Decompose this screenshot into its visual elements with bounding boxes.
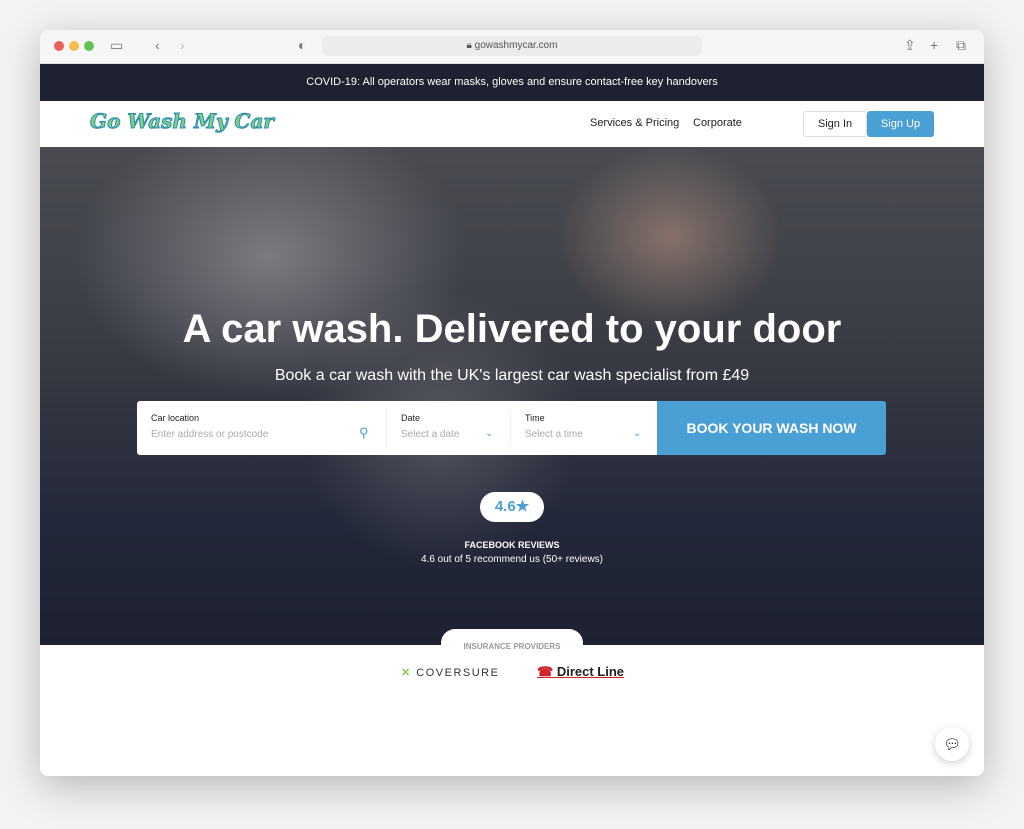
chat-icon: 💬︎ [943, 736, 961, 752]
telephone-icon: ☎ [537, 664, 557, 679]
time-placeholder: Select a time [525, 429, 583, 440]
nav-services-pricing[interactable]: Services & Pricing [590, 117, 679, 129]
location-input[interactable]: Enter address or postcode [151, 429, 268, 440]
book-wash-button[interactable]: BOOK YOUR WASH NOW [657, 401, 886, 455]
address-bar[interactable]: 🔒︎ gowashmycar.com [322, 36, 702, 56]
sidebar-icon[interactable]: ▭ [110, 37, 123, 54]
rating-badge: 4.6★ [480, 492, 544, 522]
close-window-button[interactable] [54, 41, 64, 51]
browser-window: ▭ ‹ › ◐ 🔒︎ gowashmycar.com ⇪ + ⧉ COVID-1… [40, 30, 984, 776]
url-text: gowashmycar.com [474, 40, 558, 51]
logo[interactable]: Go Wash My Car [90, 109, 275, 134]
shield-icon[interactable]: ◐ [298, 37, 306, 53]
site-nav: Go Wash My Car Services & Pricing Corpor… [40, 101, 984, 147]
forward-icon[interactable]: › [180, 37, 185, 53]
insurance-label: INSURANCE PROVIDERS [441, 629, 583, 659]
location-field[interactable]: Car location Enter address or postcode ⚲ [137, 401, 385, 455]
minimize-window-button[interactable] [69, 41, 79, 51]
new-tab-icon[interactable]: + [930, 37, 938, 53]
covid-banner: COVID-19: All operators wear masks, glov… [40, 64, 984, 101]
sign-up-button[interactable]: Sign Up [867, 111, 934, 137]
browser-toolbar: ▭ ‹ › ◐ 🔒︎ gowashmycar.com ⇪ + ⧉ [40, 30, 984, 64]
share-icon[interactable]: ⇪ [904, 37, 916, 54]
hero-subtitle: Book a car wash with the UK's largest ca… [274, 367, 750, 384]
chat-launcher-button[interactable]: 💬︎ [935, 727, 969, 761]
back-icon[interactable]: ‹ [155, 37, 160, 53]
sign-in-button[interactable]: Sign In [803, 111, 867, 137]
date-select[interactable]: Date Select a date ⌄ [387, 401, 510, 455]
search-icon[interactable]: ⚲ [359, 425, 369, 441]
lock-icon: 🔒︎ [466, 40, 475, 51]
hero-title: A car wash. Delivered to your door [182, 307, 842, 351]
location-label: Car location [151, 413, 200, 423]
date-label: Date [401, 413, 421, 423]
coversure-logo: ✕ COVERSURE [401, 666, 499, 679]
booking-form: Car location Enter address or postcode ⚲… [137, 401, 657, 455]
chevron-down-icon: ⌄ [633, 428, 642, 439]
reviews-summary: 4.6 out of 5 recommend us (50+ reviews) [420, 554, 604, 565]
maximize-window-button[interactable] [84, 41, 94, 51]
hero: A car wash. Delivered to your door Book … [40, 147, 984, 659]
reviews-source: FACEBOOK REVIEWS [464, 540, 560, 550]
time-select[interactable]: Time Select a time ⌄ [511, 401, 657, 455]
chevron-down-icon: ⌄ [485, 428, 494, 439]
date-placeholder: Select a date [401, 429, 460, 440]
direct-line-text: Direct Line [556, 664, 624, 679]
coversure-text: COVERSURE [416, 667, 500, 679]
time-label: Time [525, 413, 545, 423]
nav-corporate[interactable]: Corporate [693, 117, 742, 129]
tabs-overview-icon[interactable]: ⧉ [956, 37, 966, 54]
coversure-mark-icon: ✕ [401, 667, 417, 679]
direct-line-logo: ☎ Direct Line [537, 664, 624, 680]
